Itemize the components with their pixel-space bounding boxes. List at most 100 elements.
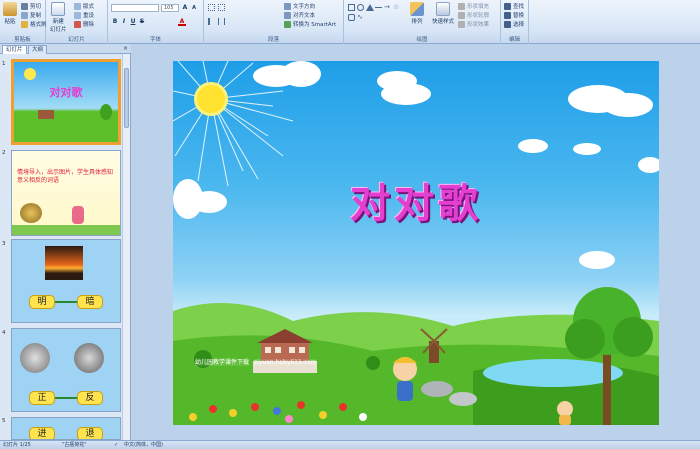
spelling-icon[interactable]: ✓ <box>114 441 118 449</box>
text-direction-icon <box>284 2 291 10</box>
landscape-illustration <box>173 287 659 425</box>
arrange-button[interactable]: 排列 <box>410 2 424 25</box>
paste-button[interactable]: 粘贴 <box>3 2 17 25</box>
curve-shape-icon[interactable]: ∿ <box>357 14 364 21</box>
close-panel-icon[interactable]: × <box>123 45 128 52</box>
thumb-word-box-right: 退 <box>77 427 103 439</box>
cut-button[interactable]: 剪切 <box>21 2 41 10</box>
cloud <box>381 83 431 105</box>
align-text-label: 对齐文本 <box>293 13 316 19</box>
paragraph-group: 文字方向 对齐文本 转换为 SmartArt 段落 <box>204 0 344 44</box>
shape-fill-label: 形状填充 <box>467 4 490 10</box>
smartart-button[interactable]: 转换为 SmartArt <box>284 20 336 28</box>
quick-styles-icon <box>436 2 450 16</box>
cloud <box>573 143 601 155</box>
line-shape-icon[interactable] <box>375 7 382 8</box>
rounded-rect-shape-icon[interactable] <box>348 14 355 21</box>
slide-thumbnail-5[interactable]: 进 退 <box>11 417 121 440</box>
star-shape-icon[interactable]: ☆ <box>393 4 400 11</box>
slide-editing-area: 对对歌 幼儿园教学课件下载 ziyuan.baby611.com <box>132 44 700 440</box>
slide-title[interactable]: 对对歌 <box>173 171 659 229</box>
slide-count-status: 幻灯片 1/25 <box>3 442 31 448</box>
format-painter-button[interactable]: 格式刷 <box>21 20 47 28</box>
underline-button[interactable]: U <box>129 18 137 26</box>
text-direction-button[interactable]: 文字方向 <box>284 2 315 10</box>
font-group: 105 A A B I U S A 字体 <box>108 0 204 44</box>
tab-slides[interactable]: 幻灯片 <box>2 45 27 54</box>
find-label: 查找 <box>513 4 525 10</box>
copy-icon <box>21 11 28 19</box>
bold-button[interactable]: B <box>111 18 119 26</box>
cloud <box>603 93 653 117</box>
slides-group: 新建 幻灯片 版式 重设 删除 幻灯片 <box>46 0 108 44</box>
smartart-icon <box>284 20 291 28</box>
arrange-icon <box>410 2 424 16</box>
align-text-button[interactable]: 对齐文本 <box>284 11 315 19</box>
delete-label: 删除 <box>83 22 95 28</box>
rectangle-shape-icon[interactable] <box>348 4 355 11</box>
clipboard-group: 粘贴 剪切 复制 格式刷 剪贴板 <box>0 0 47 44</box>
thumb-word-box-left: 正 <box>29 391 55 405</box>
binoculars-icon <box>504 2 511 10</box>
quick-styles-button[interactable]: 快速样式 <box>432 2 454 25</box>
bullets-icon[interactable] <box>208 4 215 11</box>
layout-label: 版式 <box>83 4 95 10</box>
slide-footer: 幼儿园教学课件下载 ziyuan.baby611.com <box>195 357 317 366</box>
font-size-combo[interactable]: 105 <box>161 4 179 12</box>
panel-scrollbar[interactable] <box>122 54 130 440</box>
layout-icon <box>74 2 81 10</box>
slide-thumbnail-3[interactable]: 明 暗 <box>11 239 121 323</box>
font-name-combo[interactable] <box>111 4 159 12</box>
shape-effects-button[interactable]: 形状效果 <box>458 20 489 28</box>
strikethrough-button[interactable]: S <box>138 18 146 26</box>
find-button[interactable]: 查找 <box>504 2 524 10</box>
delete-slide-button[interactable]: 删除 <box>74 20 94 28</box>
replace-icon <box>504 11 511 19</box>
thumb-word-box-right: 反 <box>77 391 103 405</box>
triangle-shape-icon[interactable] <box>366 4 374 11</box>
oval-shape-icon[interactable] <box>357 4 364 11</box>
paste-label: 粘贴 <box>4 19 16 25</box>
panel-scrollbar-thumb[interactable] <box>124 68 129 128</box>
font-group-label: 字体 <box>149 37 161 43</box>
current-slide[interactable]: 对对歌 幼儿园教学课件下载 ziyuan.baby611.com <box>173 61 659 425</box>
italic-button[interactable]: I <box>120 18 128 26</box>
tab-outline[interactable]: 大纲 <box>28 45 48 54</box>
new-slide-button[interactable]: 新建 幻灯片 <box>50 2 67 33</box>
delete-icon <box>74 20 81 28</box>
drawing-group: → ☆ ∿ 排列 快速样式 形状填充 形状轮廓 形状效果 绘图 <box>344 0 501 44</box>
slide-thumbnail-1[interactable]: 对对歌 <box>11 59 121 145</box>
grow-font-button[interactable]: A <box>181 4 189 12</box>
shape-outline-button[interactable]: 形状轮廓 <box>458 11 489 19</box>
arrow-shape-icon[interactable]: → <box>384 4 391 11</box>
thumb-connector <box>55 301 77 303</box>
slide-footer-label: 幼儿园教学课件下载 <box>195 359 250 366</box>
center-icon[interactable] <box>218 18 225 25</box>
replace-button[interactable]: 替换 <box>504 11 524 19</box>
cloud <box>518 139 548 153</box>
select-button[interactable]: 选择 <box>504 20 524 28</box>
slide-thumbnail-2[interactable]: 情境导入，出示图片，学生具体感知意义相反的词语 <box>11 150 121 236</box>
copy-button[interactable]: 复制 <box>21 11 41 19</box>
slide-footer-url[interactable]: ziyuan.baby611.com <box>253 359 317 366</box>
slide-number: 2 <box>2 150 6 156</box>
effects-icon <box>458 20 465 28</box>
thumb-sun <box>24 68 36 80</box>
layout-button[interactable]: 版式 <box>74 2 94 10</box>
shape-outline-label: 形状轮廓 <box>467 13 490 19</box>
language-status[interactable]: 中文(简体，中国) <box>124 441 163 449</box>
brush-icon <box>21 20 28 28</box>
align-left-icon[interactable] <box>208 18 215 25</box>
shape-fill-button[interactable]: 形状填充 <box>458 2 489 10</box>
font-color-button[interactable]: A <box>178 18 186 26</box>
shape-effects-label: 形状效果 <box>467 22 490 28</box>
drawing-group-label: 绘图 <box>416 37 428 43</box>
shrink-font-button[interactable]: A <box>190 4 198 12</box>
numbering-icon[interactable] <box>218 4 225 11</box>
smartart-label: 转换为 SmartArt <box>293 22 337 28</box>
slide-thumbnail-4[interactable]: 正 反 <box>11 328 121 412</box>
slide-number: 1 <box>2 61 6 67</box>
format-painter-label: 格式刷 <box>30 22 47 28</box>
thumb-badge-right <box>74 343 104 373</box>
reset-button[interactable]: 重设 <box>74 11 94 19</box>
